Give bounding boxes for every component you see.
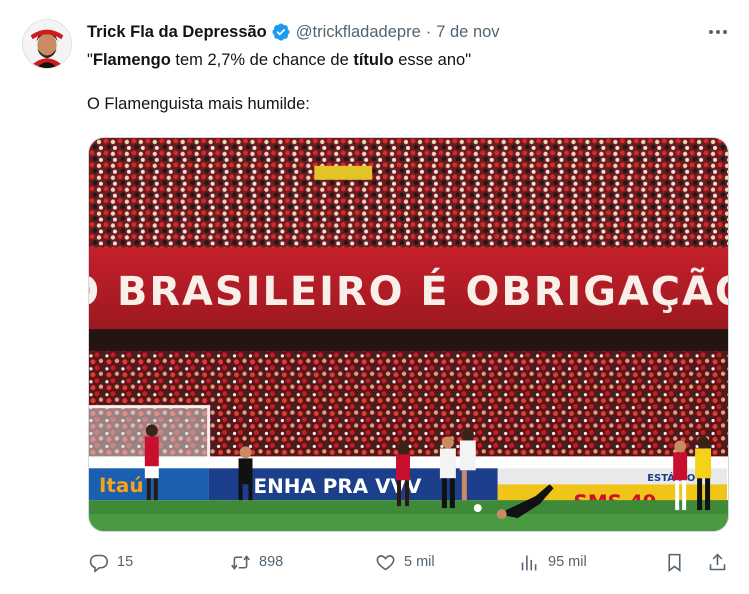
more-dot-icon bbox=[716, 30, 720, 34]
upper-stand-sign bbox=[314, 165, 373, 180]
tweet-date[interactable]: 7 de nov bbox=[436, 23, 499, 42]
retweet-count: 898 bbox=[259, 554, 284, 570]
retweet-icon bbox=[231, 554, 250, 570]
action-bar: 15 898 5 mil 95 mil bbox=[0, 547, 749, 577]
avatar[interactable] bbox=[22, 19, 72, 69]
tweet-text-line-1: "Flamengo tem 2,7% de chance de título e… bbox=[87, 49, 727, 71]
views-button[interactable]: 95 mil bbox=[519, 547, 587, 577]
text-fragment: tem 2,7% de chance de bbox=[170, 51, 354, 69]
retweet-button[interactable]: 898 bbox=[230, 547, 283, 577]
like-count: 5 mil bbox=[404, 554, 435, 570]
reply-icon bbox=[89, 554, 109, 573]
author-display-name[interactable]: Trick Fla da Depressão bbox=[87, 23, 267, 42]
more-options-button[interactable] bbox=[704, 22, 732, 42]
text-bold-flamengo: Flamengo bbox=[92, 51, 171, 69]
bookmark-button[interactable] bbox=[664, 547, 685, 577]
reply-button[interactable]: 15 bbox=[88, 547, 133, 577]
views-count: 95 mil bbox=[548, 554, 587, 570]
text-fragment: esse ano" bbox=[393, 51, 472, 69]
bookmark-icon bbox=[668, 553, 681, 572]
ad-left-text: Itaú bbox=[99, 474, 144, 497]
tweet-media-image[interactable]: O BRASILEIRO É OBRIGAÇÃO Itaú ENHA PRA V… bbox=[88, 137, 729, 532]
views-icon bbox=[521, 555, 537, 570]
tweet[interactable]: Trick Fla da Depressão @trickfladadepre … bbox=[0, 0, 749, 594]
reply-count: 15 bbox=[117, 554, 134, 570]
ad-side-text: ESTÁDIO bbox=[647, 471, 695, 484]
banner-text: O BRASILEIRO É OBRIGAÇÃO bbox=[89, 268, 728, 315]
more-dot-icon bbox=[723, 30, 727, 34]
author-handle[interactable]: @trickfladadepre bbox=[296, 23, 421, 42]
tweet-text: "Flamengo tem 2,7% de chance de título e… bbox=[87, 49, 727, 115]
share-icon bbox=[709, 553, 726, 570]
verified-badge-icon[interactable] bbox=[271, 22, 291, 42]
tweet-header: Trick Fla da Depressão @trickfladadepre … bbox=[87, 21, 500, 43]
more-dot-icon bbox=[709, 30, 713, 34]
stadium-photo: O BRASILEIRO É OBRIGAÇÃO Itaú ENHA PRA V… bbox=[89, 138, 728, 531]
like-button[interactable]: 5 mil bbox=[375, 547, 435, 577]
heart-icon bbox=[376, 554, 395, 570]
separator-dot: · bbox=[425, 22, 432, 41]
text-bold-titulo: título bbox=[353, 51, 394, 69]
avatar-image bbox=[23, 20, 71, 68]
share-button[interactable] bbox=[707, 547, 728, 577]
tweet-text-line-2: O Flamenguista mais humilde: bbox=[87, 95, 310, 113]
